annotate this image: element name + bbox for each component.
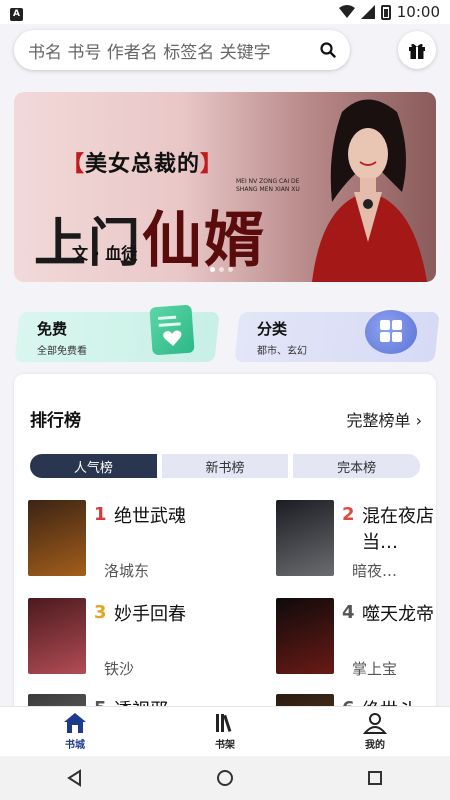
banner-dot[interactable] bbox=[228, 267, 233, 272]
tab-popular[interactable]: 人气榜 bbox=[30, 454, 157, 478]
book-item[interactable]: 3 妙手回春 铁沙 bbox=[28, 598, 223, 678]
tab-completed[interactable]: 完本榜 bbox=[293, 454, 421, 478]
book-item[interactable]: 1 绝世武魂 洛城东 bbox=[28, 500, 223, 580]
gift-icon bbox=[409, 43, 425, 59]
back-icon[interactable] bbox=[66, 769, 84, 787]
book-cover bbox=[276, 598, 334, 674]
gift-button[interactable] bbox=[398, 31, 436, 69]
book-title: 妙手回春 bbox=[114, 604, 186, 625]
ranking-title: 排行榜 bbox=[30, 411, 81, 431]
search-placeholder: 书名 书号 作者名 标签名 关键字 bbox=[28, 42, 271, 63]
book-title: 噬天龙帝 bbox=[362, 604, 434, 625]
bookshelf-icon bbox=[216, 714, 232, 732]
category-card[interactable]: 分类 都市、玄幻 bbox=[234, 310, 440, 362]
book-cover bbox=[28, 500, 86, 576]
nav-label-bookshelf: 书架 bbox=[215, 740, 235, 751]
profile-icon bbox=[363, 713, 387, 734]
free-subtitle: 全部免费看 bbox=[37, 346, 87, 357]
book-rank: 4 bbox=[342, 602, 355, 623]
book-title: 绝世武魂 bbox=[114, 506, 186, 527]
promo-banner[interactable]: 【美女总裁的】 MEI NV ZONG CAI DE SHANG MEN XIA… bbox=[14, 92, 436, 282]
search-row: 书名 书号 作者名 标签名 关键字 bbox=[14, 30, 436, 72]
book-author: 铁沙 bbox=[104, 660, 135, 678]
search-input[interactable]: 书名 书号 作者名 标签名 关键字 bbox=[14, 30, 350, 70]
category-subtitle: 都市、玄幻 bbox=[257, 346, 307, 357]
free-title: 免费 bbox=[37, 320, 68, 338]
book-rank: 3 bbox=[94, 602, 107, 623]
banner-title: 上门仙婿 bbox=[34, 206, 267, 276]
home-circle-icon[interactable] bbox=[216, 769, 234, 787]
free-book-icon bbox=[149, 304, 195, 356]
recents-icon[interactable] bbox=[366, 769, 384, 787]
bottom-nav: 书城 书架 我的 bbox=[0, 706, 450, 756]
banner-pagination bbox=[210, 267, 233, 272]
search-icon[interactable] bbox=[320, 42, 336, 58]
status-bar: A 10:00 bbox=[0, 0, 450, 24]
nav-bookshelf[interactable]: 书架 bbox=[150, 707, 300, 756]
tab-new[interactable]: 新书榜 bbox=[161, 454, 289, 478]
full-ranking-link[interactable]: 完整榜单 › bbox=[347, 407, 423, 431]
home-icon bbox=[64, 713, 86, 733]
nav-label-profile: 我的 bbox=[365, 740, 385, 751]
book-cover bbox=[28, 598, 86, 674]
book-item[interactable]: 2 混在夜店当… 暗夜… bbox=[276, 500, 436, 580]
nav-profile[interactable]: 我的 bbox=[300, 707, 450, 756]
book-rank: 2 bbox=[342, 504, 355, 525]
banner-character-image bbox=[312, 99, 427, 282]
nav-label-bookstore: 书城 bbox=[65, 740, 85, 751]
book-author: 暗夜… bbox=[352, 562, 398, 580]
book-title: 混在夜店当… bbox=[362, 506, 434, 553]
free-books-card[interactable]: 免费 全部免费看 bbox=[14, 304, 220, 362]
status-time: 10:00 bbox=[396, 3, 440, 21]
signal-icon bbox=[360, 5, 375, 19]
book-item[interactable]: 4 噬天龙帝 掌上宝 bbox=[276, 598, 436, 678]
book-rank: 1 bbox=[94, 504, 107, 525]
nav-bookstore[interactable]: 书城 bbox=[0, 707, 150, 756]
banner-dot[interactable] bbox=[219, 267, 224, 272]
category-title: 分类 bbox=[257, 320, 288, 338]
book-author: 掌上宝 bbox=[352, 660, 398, 678]
battery-icon bbox=[380, 4, 391, 20]
wifi-icon bbox=[338, 5, 355, 18]
book-cover bbox=[276, 500, 334, 576]
ranking-tabs: 人气榜 新书榜 完本榜 bbox=[30, 454, 421, 478]
category-grid-icon bbox=[365, 310, 417, 354]
banner-dot[interactable] bbox=[210, 267, 215, 272]
banner-author: 文 · 血徒 bbox=[72, 244, 138, 263]
app-notification-icon: A bbox=[10, 7, 23, 21]
system-nav-bar bbox=[0, 756, 450, 800]
book-author: 洛城东 bbox=[104, 562, 150, 580]
banner-tag: 【美女总裁的】 bbox=[62, 152, 224, 177]
